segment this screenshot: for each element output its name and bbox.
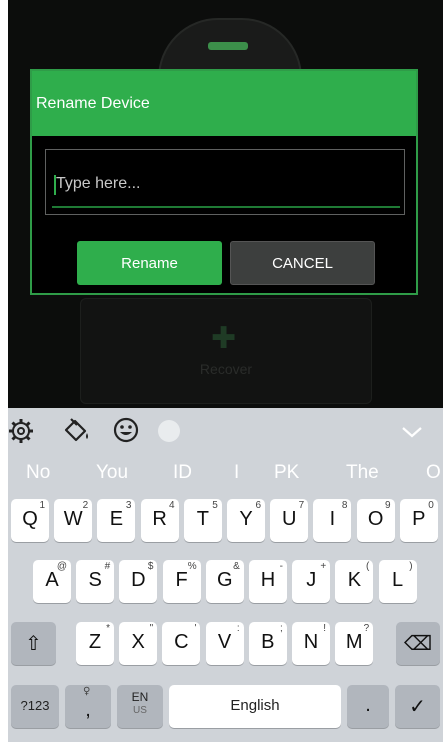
symbols-key[interactable]: ?123 — [11, 685, 59, 728]
microphone-icon: ♀ — [83, 686, 91, 697]
key-o[interactable]: 9O — [356, 499, 395, 542]
key-label: P — [412, 508, 426, 530]
key-p[interactable]: 0P — [399, 499, 438, 542]
key-k[interactable]: (K — [335, 560, 374, 603]
key-w[interactable]: 2W — [54, 499, 93, 542]
key-r[interactable]: 4R — [140, 499, 179, 542]
key-n[interactable]: ! N — [292, 622, 330, 665]
keyboard: No You ID I PK The O 1Q2W3E4R5T6Y7U8I9O0… — [8, 408, 443, 742]
enter-key[interactable]: ✓ — [395, 685, 440, 728]
suggestion-strip: No You ID I PK The O — [8, 458, 443, 488]
key-a[interactable]: @ A — [33, 560, 71, 603]
period-key-label: . — [365, 694, 371, 716]
key-label: L — [392, 569, 404, 591]
gear-icon[interactable] — [8, 418, 34, 444]
key-label: Q — [22, 508, 38, 530]
comma-key-label: , — [85, 699, 91, 721]
suggestion-item[interactable]: O — [426, 462, 441, 484]
suggestion-item[interactable]: No — [26, 462, 50, 484]
key-b[interactable]: ; B — [248, 622, 287, 665]
key-label: F — [175, 569, 188, 591]
key-t[interactable]: 5T — [183, 499, 222, 542]
key-label: M — [345, 631, 363, 653]
key-z[interactable]: * Z — [76, 622, 114, 665]
key-label: K — [347, 569, 362, 591]
key-i[interactable]: 8I — [313, 499, 352, 542]
check-icon: ✓ — [409, 694, 426, 718]
cancel-button[interactable]: CANCEL — [230, 241, 375, 285]
key-x[interactable]: " X — [119, 622, 158, 665]
key-label: I — [329, 508, 336, 530]
screen: ✚ Recover Rename Device Rename CANCEL — [8, 0, 443, 742]
key-label: T — [196, 508, 209, 530]
key-label: A — [45, 569, 59, 591]
paint-bucket-icon[interactable] — [62, 416, 92, 444]
key-label: U — [281, 508, 297, 530]
key-label: J — [306, 569, 317, 591]
key-label: O — [367, 508, 384, 530]
key-j[interactable]: + J — [292, 560, 331, 603]
key-label: D — [131, 569, 146, 591]
key-q[interactable]: 1Q — [11, 499, 49, 542]
backspace-key[interactable]: ⌫ — [396, 622, 440, 665]
comma-key[interactable]: ♀ , — [65, 685, 111, 728]
key-label: V — [217, 631, 232, 653]
space-key[interactable]: English — [169, 685, 341, 728]
key-label: E — [109, 508, 124, 530]
key-label: S — [88, 569, 102, 591]
suggestion-item[interactable]: I — [234, 462, 239, 484]
shift-key[interactable]: ⇧ — [11, 622, 56, 665]
key-m[interactable]: ? M — [335, 622, 374, 665]
language-key[interactable]: EN US — [117, 685, 163, 728]
language-code: EN — [131, 690, 149, 704]
input-underline — [52, 206, 400, 208]
key-label: C — [174, 631, 189, 653]
key-label: Y — [239, 508, 253, 530]
language-region: US — [133, 705, 147, 716]
key-g[interactable]: & G — [205, 560, 244, 603]
key-label: B — [261, 631, 275, 653]
theme-icon[interactable] — [158, 420, 180, 442]
rename-button[interactable]: Rename — [77, 241, 222, 285]
emoji-icon[interactable] — [112, 416, 140, 444]
suggestion-item[interactable]: PK — [274, 462, 299, 484]
recover-icon: ✚ — [211, 321, 237, 356]
suggestion-item[interactable]: You — [96, 462, 128, 484]
key-s[interactable]: # S — [76, 560, 115, 603]
space-key-label: English — [230, 697, 280, 714]
dialog-header: Rename Device — [32, 71, 416, 136]
suggestion-item[interactable]: ID — [173, 462, 192, 484]
device-led — [208, 42, 248, 50]
key-label: X — [131, 631, 145, 653]
key-u[interactable]: 7U — [270, 499, 309, 542]
key-c[interactable]: ' C — [162, 622, 201, 665]
key-f[interactable]: % F — [162, 560, 201, 603]
recover-card[interactable]: ✚ Recover — [80, 298, 372, 404]
rename-dialog: Rename Device Rename CANCEL — [30, 69, 418, 295]
key-h[interactable]: -H — [249, 560, 287, 603]
shift-icon: ⇧ — [25, 631, 42, 655]
recover-label: Recover — [199, 361, 253, 377]
key-label: R — [152, 508, 167, 530]
key-label: Z — [88, 631, 102, 653]
symbols-key-label: ?123 — [20, 698, 50, 713]
key-label: G — [217, 569, 233, 591]
key-label: N — [303, 631, 319, 653]
backspace-icon: ⌫ — [403, 631, 433, 655]
dialog-title: Rename Device — [36, 95, 150, 112]
key-label: W — [63, 508, 83, 530]
key-e[interactable]: 3E — [97, 499, 136, 542]
device-name-input[interactable] — [56, 170, 386, 198]
language-key-label: EN US — [117, 690, 163, 718]
device-name-input-box[interactable] — [45, 149, 405, 215]
key-v[interactable]: :V — [205, 622, 244, 665]
key-y[interactable]: 6Y — [227, 499, 265, 542]
period-key[interactable]: . — [347, 685, 389, 728]
key-label: H — [260, 569, 276, 591]
key-d[interactable]: $ D — [119, 560, 158, 603]
suggestion-item[interactable]: The — [346, 462, 379, 484]
chevron-down-icon[interactable] — [400, 424, 424, 440]
key-l[interactable]: ) L — [378, 560, 417, 603]
